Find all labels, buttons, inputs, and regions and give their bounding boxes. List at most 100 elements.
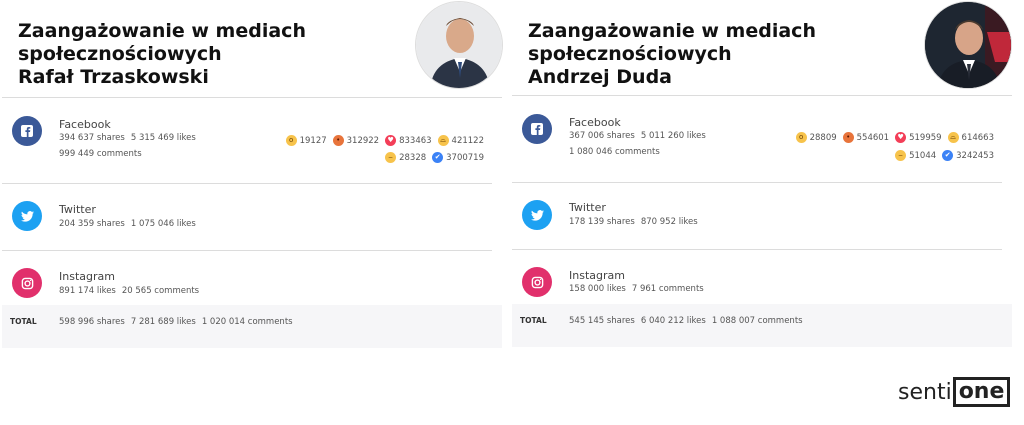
instagram-stats: 891 174 likes 20 565 comments bbox=[59, 286, 199, 296]
panel-duda: Zaangażowanie w mediach społecznościowyc… bbox=[512, 0, 1012, 348]
facebook-comments: 999 449 comments bbox=[59, 149, 142, 159]
sentione-logo: senti one bbox=[898, 377, 1011, 407]
reaction-sad: ⌢ 28328 bbox=[385, 152, 426, 163]
total-comments: 1 020 014 comments bbox=[201, 317, 293, 327]
title-line-2: społecznościowych bbox=[528, 43, 732, 65]
panel-header: Zaangażowanie w mediach społecznościowyc… bbox=[512, 0, 1012, 96]
reaction-value: 519959 bbox=[909, 132, 942, 143]
reaction-sad: ⌢ 51044 bbox=[895, 150, 936, 161]
twitter-likes: 870 952 likes bbox=[640, 217, 698, 227]
reaction-love: ♥ 833463 bbox=[385, 135, 432, 146]
total-likes: 7 281 689 likes bbox=[130, 317, 196, 327]
reaction-value: 28328 bbox=[399, 152, 427, 163]
total-shares: 598 996 shares bbox=[59, 317, 125, 327]
facebook-shares: 394 637 shares bbox=[59, 133, 125, 143]
total-label: TOTAL bbox=[10, 317, 37, 326]
instagram-likes: 158 000 likes bbox=[569, 284, 626, 294]
angry-icon: • bbox=[332, 135, 344, 146]
total-values: 598 996 shares 7 281 689 likes 1 020 014 c… bbox=[59, 317, 293, 327]
reaction-wow: o 19127 bbox=[285, 135, 327, 146]
reactions-row-2: ⌢ 51044 ✔ 3242453 bbox=[895, 150, 994, 161]
reaction-value: 554601 bbox=[856, 132, 890, 143]
reaction-love: ♥ 519959 bbox=[895, 132, 942, 143]
twitter-label: Twitter bbox=[569, 201, 606, 214]
facebook-icon bbox=[522, 114, 552, 144]
panel-trzaskowski: Zaangażowanie w mediach społecznościowyc… bbox=[2, 0, 503, 348]
title-line-1: Zaangażowanie w mediach bbox=[528, 20, 816, 42]
title-line-2: społecznościowych bbox=[18, 43, 222, 65]
sad-icon: ⌢ bbox=[895, 150, 907, 161]
instagram-comments: 20 565 comments bbox=[121, 286, 200, 296]
reaction-value: 51044 bbox=[909, 150, 937, 161]
twitter-row: Twitter 178 139 shares 870 952 likes bbox=[512, 184, 1002, 250]
like-icon: ✔ bbox=[432, 152, 444, 163]
reaction-value: 28809 bbox=[809, 132, 837, 143]
reaction-wow: o 28809 bbox=[795, 132, 837, 143]
twitter-stats: 204 359 shares 1 075 046 likes bbox=[59, 219, 196, 229]
total-values: 545 145 shares 6 040 212 likes 1 088 007 c… bbox=[569, 316, 803, 326]
reaction-value: 3700719 bbox=[446, 152, 484, 163]
sad-icon: ⌢ bbox=[385, 152, 397, 163]
facebook-row: Facebook 367 006 shares 5 011 260 likes 1… bbox=[512, 97, 1002, 183]
reaction-value: 3242453 bbox=[956, 150, 994, 161]
facebook-label: Facebook bbox=[59, 118, 111, 131]
instagram-stats: 158 000 likes 7 961 comments bbox=[569, 284, 704, 294]
facebook-comments: 1 080 046 comments bbox=[569, 147, 660, 157]
total-row: TOTAL 545 145 shares 6 040 212 likes 1 088… bbox=[512, 304, 1012, 347]
reaction-value: 312922 bbox=[346, 135, 380, 146]
instagram-likes: 891 174 likes bbox=[59, 286, 116, 296]
reaction-like: ✔ 3242453 bbox=[942, 150, 994, 161]
facebook-stats: 367 006 shares 5 011 260 likes bbox=[569, 131, 706, 141]
reaction-haha: ⌓ 614663 bbox=[947, 132, 994, 143]
title-line-1: Zaangażowanie w mediach bbox=[18, 20, 306, 42]
twitter-likes: 1 075 046 likes bbox=[130, 219, 196, 229]
avatar bbox=[924, 1, 1012, 89]
total-row: TOTAL 598 996 shares 7 281 689 likes 1 020… bbox=[2, 305, 502, 348]
instagram-row: Instagram 891 174 likes 20 565 comments bbox=[2, 252, 492, 305]
panel-header: Zaangażowanie w mediach społecznościowyc… bbox=[2, 0, 503, 98]
facebook-row: Facebook 394 637 shares 5 315 469 likes 9… bbox=[2, 99, 492, 184]
instagram-icon bbox=[12, 268, 42, 298]
reaction-value: 19127 bbox=[299, 135, 327, 146]
title-line-3: Andrzej Duda bbox=[528, 66, 672, 88]
facebook-likes: 5 011 260 likes bbox=[640, 131, 706, 141]
instagram-row: Instagram 158 000 likes 7 961 comments bbox=[512, 251, 1002, 304]
reaction-value: 421122 bbox=[451, 135, 484, 146]
love-icon: ♥ bbox=[385, 135, 397, 146]
facebook-likes: 5 315 469 likes bbox=[130, 133, 196, 143]
twitter-stats: 178 139 shares 870 952 likes bbox=[569, 217, 698, 227]
reactions-row-2: ⌢ 28328 ✔ 3700719 bbox=[385, 152, 484, 163]
logo-boxed-text: one bbox=[952, 377, 1011, 407]
facebook-label: Facebook bbox=[569, 116, 621, 129]
reaction-value: 614663 bbox=[961, 132, 994, 143]
angry-icon: • bbox=[842, 132, 854, 143]
love-icon: ♥ bbox=[895, 132, 907, 143]
twitter-label: Twitter bbox=[59, 203, 96, 216]
twitter-row: Twitter 204 359 shares 1 075 046 likes bbox=[2, 185, 492, 251]
logo-text: senti bbox=[898, 379, 952, 405]
wow-icon: o bbox=[285, 135, 297, 146]
twitter-shares: 178 139 shares bbox=[569, 217, 635, 227]
reaction-angry: • 554601 bbox=[842, 132, 890, 143]
title-line-3: Rafał Trzaskowski bbox=[18, 66, 209, 88]
haha-icon: ⌓ bbox=[947, 132, 959, 143]
panel-title: Zaangażowanie w mediach społecznościowyc… bbox=[18, 20, 408, 89]
instagram-comments: 7 961 comments bbox=[631, 284, 704, 294]
reactions-row-1: o 19127 • 312922 ♥ 833463 ⌓ 421122 bbox=[285, 135, 484, 146]
facebook-icon bbox=[12, 116, 42, 146]
avatar bbox=[415, 1, 503, 89]
wow-icon: o bbox=[795, 132, 807, 143]
twitter-icon bbox=[522, 200, 552, 230]
reaction-value: 833463 bbox=[399, 135, 432, 146]
total-label: TOTAL bbox=[520, 316, 547, 325]
like-icon: ✔ bbox=[942, 150, 954, 161]
reaction-like: ✔ 3700719 bbox=[432, 152, 484, 163]
instagram-icon bbox=[522, 267, 552, 297]
reaction-haha: ⌓ 421122 bbox=[437, 135, 484, 146]
haha-icon: ⌓ bbox=[437, 135, 449, 146]
reaction-angry: • 312922 bbox=[332, 135, 380, 146]
reactions-row-1: o 28809 • 554601 ♥ 519959 ⌓ 614663 bbox=[795, 132, 994, 143]
facebook-stats: 394 637 shares 5 315 469 likes bbox=[59, 133, 196, 143]
total-shares: 545 145 shares bbox=[569, 316, 635, 326]
instagram-label: Instagram bbox=[569, 269, 625, 282]
